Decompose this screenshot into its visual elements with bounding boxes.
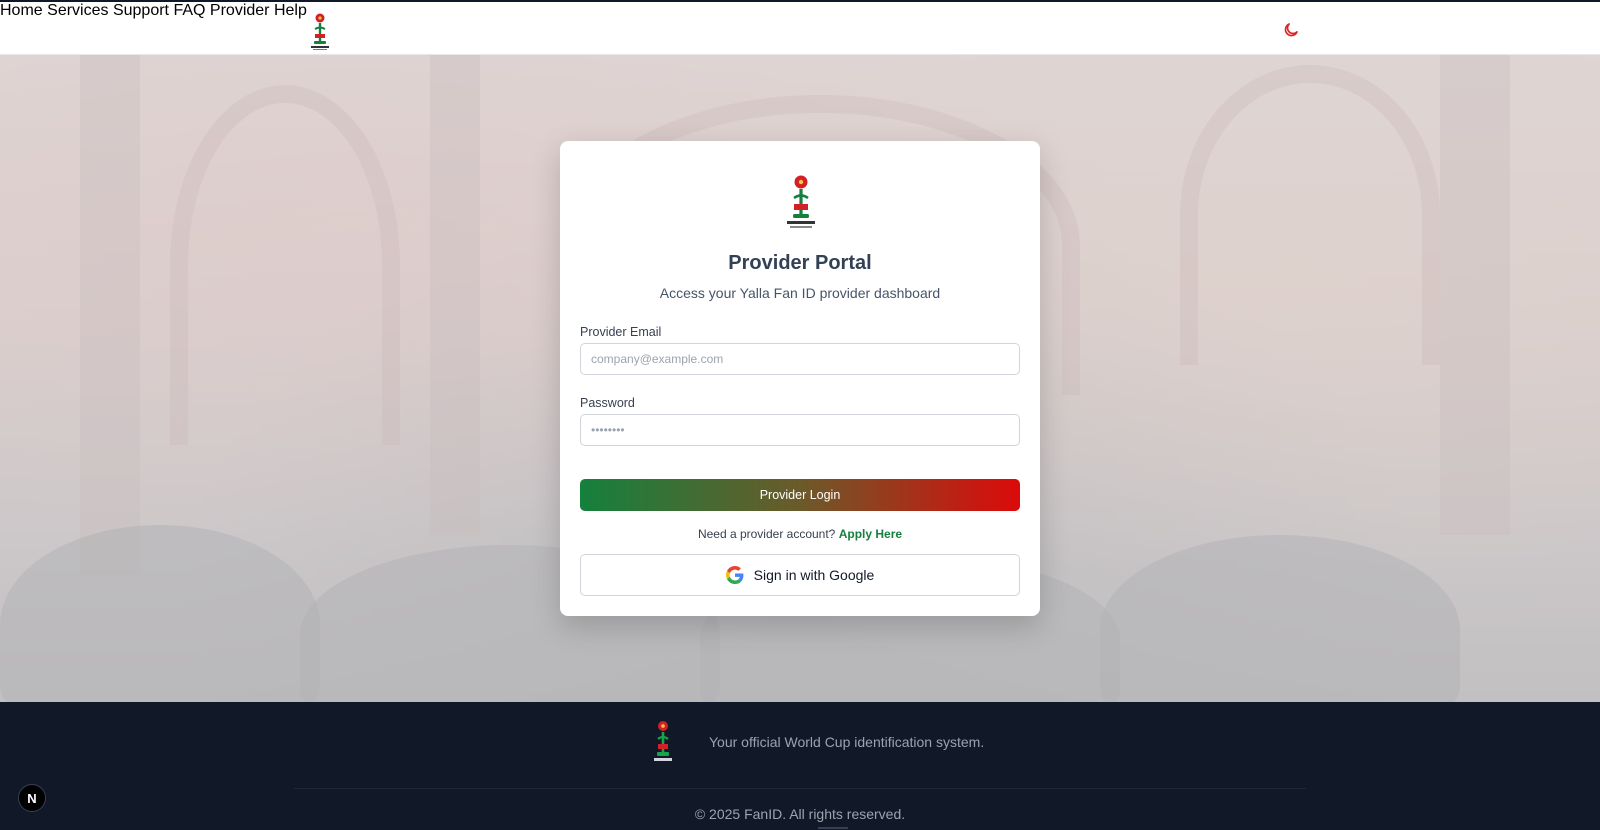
google-signin-label: Sign in with Google [753, 567, 875, 583]
page-title: Provider Portal [728, 252, 872, 274]
provider-login-card: Provider Portal Access your Yalla Fan ID… [560, 141, 1040, 616]
site-header: Home Services Support FAQ Provider Help [0, 0, 1600, 55]
footer-decoration [818, 827, 848, 829]
nav-home[interactable]: Home [0, 2, 43, 19]
apply-here-link[interactable]: Apply Here [839, 527, 902, 541]
google-signin-button[interactable]: Sign in with Google [580, 554, 1020, 596]
email-field[interactable] [580, 343, 1020, 375]
password-field[interactable] [580, 414, 1020, 446]
page-subtitle: Access your Yalla Fan ID provider dashbo… [659, 285, 941, 301]
moon-icon[interactable] [1282, 21, 1300, 39]
google-icon [725, 566, 744, 584]
footer-tagline: Your official World Cup identification s… [709, 734, 985, 750]
nav-support[interactable]: Support [113, 2, 169, 19]
nav-faq[interactable]: FAQ [173, 2, 205, 19]
nav-provider-help[interactable]: Provider Help [210, 2, 307, 19]
provider-login-button[interactable]: Provider Login [580, 479, 1020, 511]
password-label: Password [580, 396, 635, 410]
account-prompt: Need a provider account? [697, 527, 836, 541]
fanid-logo [654, 721, 672, 761]
fanid-logo [787, 175, 815, 228]
apply-row: Need a provider account? Apply Here [560, 527, 1040, 541]
nextjs-dev-badge[interactable]: N [18, 784, 46, 812]
fanid-logo[interactable] [308, 12, 332, 52]
nav-services[interactable]: Services [47, 2, 108, 19]
footer-divider [294, 788, 1306, 789]
footer-copyright: © 2025 FanID. All rights reserved. [694, 806, 906, 822]
email-label: Provider Email [580, 325, 662, 339]
site-footer: Your official World Cup identification s… [0, 702, 1600, 830]
